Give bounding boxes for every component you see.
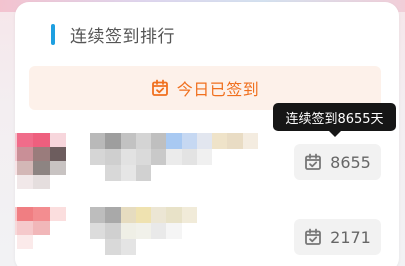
streak-days-badge[interactable]: 8655	[294, 144, 381, 180]
streak-days-value: 2171	[330, 227, 371, 247]
user-avatar[interactable]	[15, 133, 66, 189]
streak-tooltip: 连续签到8655天	[273, 103, 396, 131]
user-name[interactable]	[90, 133, 258, 181]
tooltip-arrow	[329, 131, 341, 137]
streak-days-value: 8655	[330, 152, 371, 172]
user-name[interactable]	[90, 207, 258, 255]
checkin-ranking-card: 连续签到排行 今日已签到 8655 2171	[15, 2, 399, 266]
streak-days-badge[interactable]: 2171	[294, 219, 381, 255]
user-avatar[interactable]	[15, 207, 66, 263]
calendar-check-icon	[151, 79, 168, 96]
calendar-check-icon	[305, 153, 322, 170]
ranking-row: 8655	[15, 133, 399, 197]
header-accent-bar	[51, 23, 55, 45]
ranking-row: 2171	[15, 207, 399, 266]
card-title: 连续签到排行	[70, 26, 175, 47]
signed-today-label: 今日已签到	[176, 80, 260, 99]
card-header: 连续签到排行	[51, 22, 175, 47]
calendar-check-icon	[305, 228, 322, 245]
